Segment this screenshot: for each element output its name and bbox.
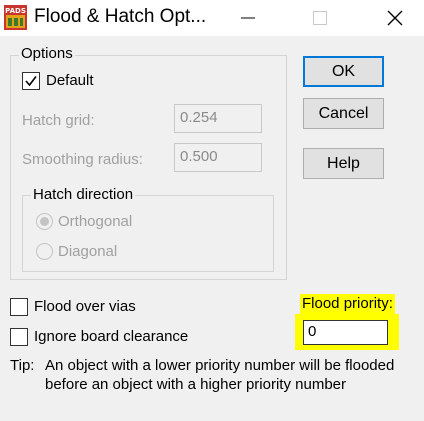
checkmark-icon xyxy=(25,76,37,87)
flood-priority-input[interactable]: 0 xyxy=(303,320,388,345)
svg-text:PADS: PADS xyxy=(5,7,26,15)
diagonal-radio xyxy=(36,243,53,260)
title-bar[interactable]: PADS Flood & Hatch Opt... xyxy=(0,0,424,36)
orthogonal-label: Orthogonal xyxy=(58,213,133,230)
flood-over-vias-checkbox[interactable] xyxy=(10,298,28,316)
tip-text: An object with a lower priority number w… xyxy=(45,357,395,393)
flood-priority-label: Flood priority: xyxy=(300,294,395,314)
cancel-button[interactable]: Cancel xyxy=(303,98,384,129)
ignore-board-clearance-label: Ignore board clearance xyxy=(34,328,189,345)
window-title: Flood & Hatch Opt... xyxy=(34,6,207,27)
smoothing-radius-label: Smoothing radius: xyxy=(22,151,143,168)
orthogonal-radio xyxy=(36,213,53,230)
flood-over-vias-label: Flood over vias xyxy=(34,298,136,315)
hatch-grid-field: 0.254 xyxy=(174,104,262,133)
maximize-button xyxy=(297,0,343,36)
ok-button[interactable]: OK xyxy=(303,56,384,87)
maximize-icon xyxy=(313,11,327,25)
default-label: Default xyxy=(46,72,94,89)
tip-label: Tip: xyxy=(10,357,35,374)
default-checkbox[interactable] xyxy=(22,72,40,90)
smoothing-radius-field: 0.500 xyxy=(174,143,262,172)
diagonal-label: Diagonal xyxy=(58,243,118,260)
hatch-direction-group xyxy=(22,195,274,272)
app-icon: PADS xyxy=(4,5,27,30)
close-icon xyxy=(387,10,403,26)
hatch-direction-title: Hatch direction xyxy=(31,186,136,203)
close-button[interactable] xyxy=(372,0,418,36)
ignore-board-clearance-checkbox[interactable] xyxy=(10,328,28,346)
options-group-title: Options xyxy=(19,45,75,62)
help-button[interactable]: Help xyxy=(303,148,384,179)
minimize-icon xyxy=(241,17,255,19)
hatch-grid-label: Hatch grid: xyxy=(22,112,95,129)
minimize-button[interactable] xyxy=(225,0,271,36)
